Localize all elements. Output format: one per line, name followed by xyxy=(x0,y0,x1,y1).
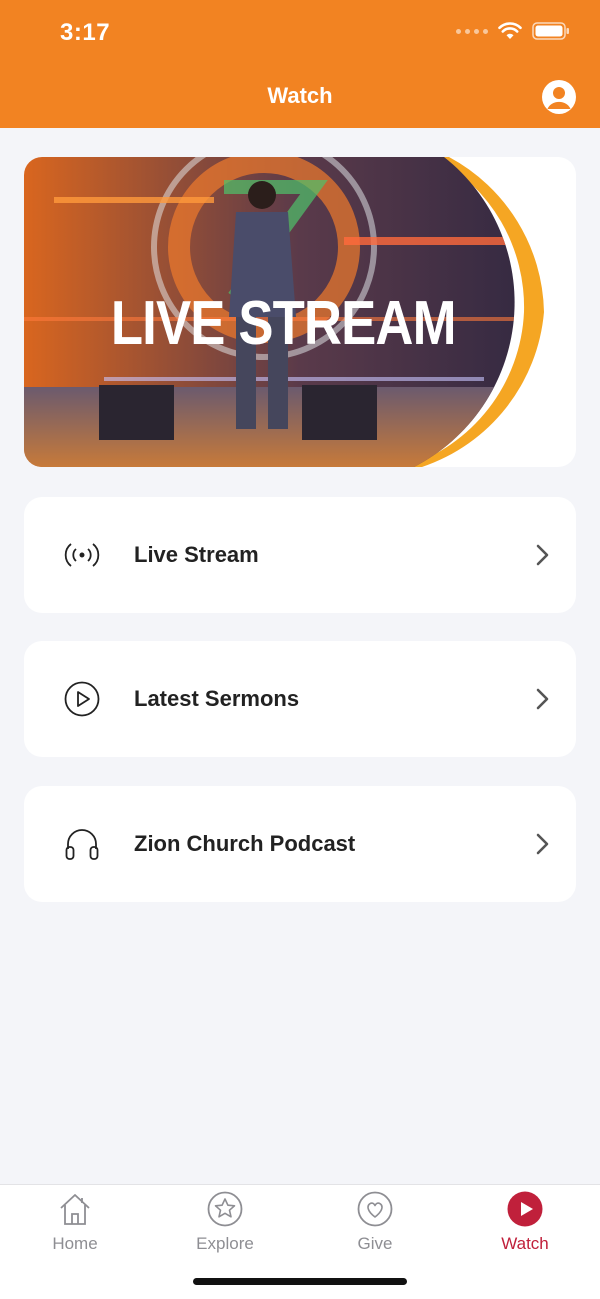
menu-item-label: Latest Sermons xyxy=(134,686,300,711)
chevron-right-icon xyxy=(536,688,549,710)
signal-icon xyxy=(456,28,488,34)
star-icon xyxy=(207,1191,243,1227)
tab-give[interactable]: Give xyxy=(300,1185,450,1265)
home-indicator[interactable] xyxy=(193,1278,407,1285)
wifi-icon xyxy=(498,22,522,39)
tab-label: Explore xyxy=(196,1234,254,1253)
page-title: Watch xyxy=(267,83,333,108)
profile-button[interactable] xyxy=(542,80,576,114)
status-icons xyxy=(456,22,570,40)
menu-item-label: Zion Church Podcast xyxy=(134,831,356,856)
app-header: 3:17 Watch xyxy=(0,0,600,128)
menu-item-live-stream[interactable]: Live Stream xyxy=(24,497,576,613)
tab-explore[interactable]: Explore xyxy=(150,1185,300,1265)
play-circle-icon xyxy=(62,679,102,719)
chevron-right-icon xyxy=(536,833,549,855)
status-time: 3:17 xyxy=(60,19,111,46)
tab-label: Give xyxy=(357,1234,393,1253)
banner-image: LIVE STREAM xyxy=(24,157,544,467)
tab-label: Watch xyxy=(501,1234,549,1253)
play-icon xyxy=(507,1191,543,1227)
menu-item-label: Live Stream xyxy=(134,542,259,567)
heart-icon xyxy=(357,1191,393,1227)
headphones-icon xyxy=(62,824,102,864)
tab-label: Home xyxy=(52,1234,98,1253)
banner-title: LIVE STREAM xyxy=(111,289,456,358)
menu-item-podcast[interactable]: Zion Church Podcast xyxy=(24,786,576,902)
tab-watch[interactable]: Watch xyxy=(450,1185,600,1265)
broadcast-icon xyxy=(62,535,102,575)
chevron-right-icon xyxy=(536,544,549,566)
menu-item-latest-sermons[interactable]: Latest Sermons xyxy=(24,641,576,757)
tab-home[interactable]: Home xyxy=(0,1185,150,1265)
live-stream-banner[interactable]: LIVE STREAM xyxy=(24,157,576,467)
home-icon xyxy=(60,1194,90,1225)
battery-icon xyxy=(532,22,569,40)
user-icon xyxy=(547,87,571,109)
